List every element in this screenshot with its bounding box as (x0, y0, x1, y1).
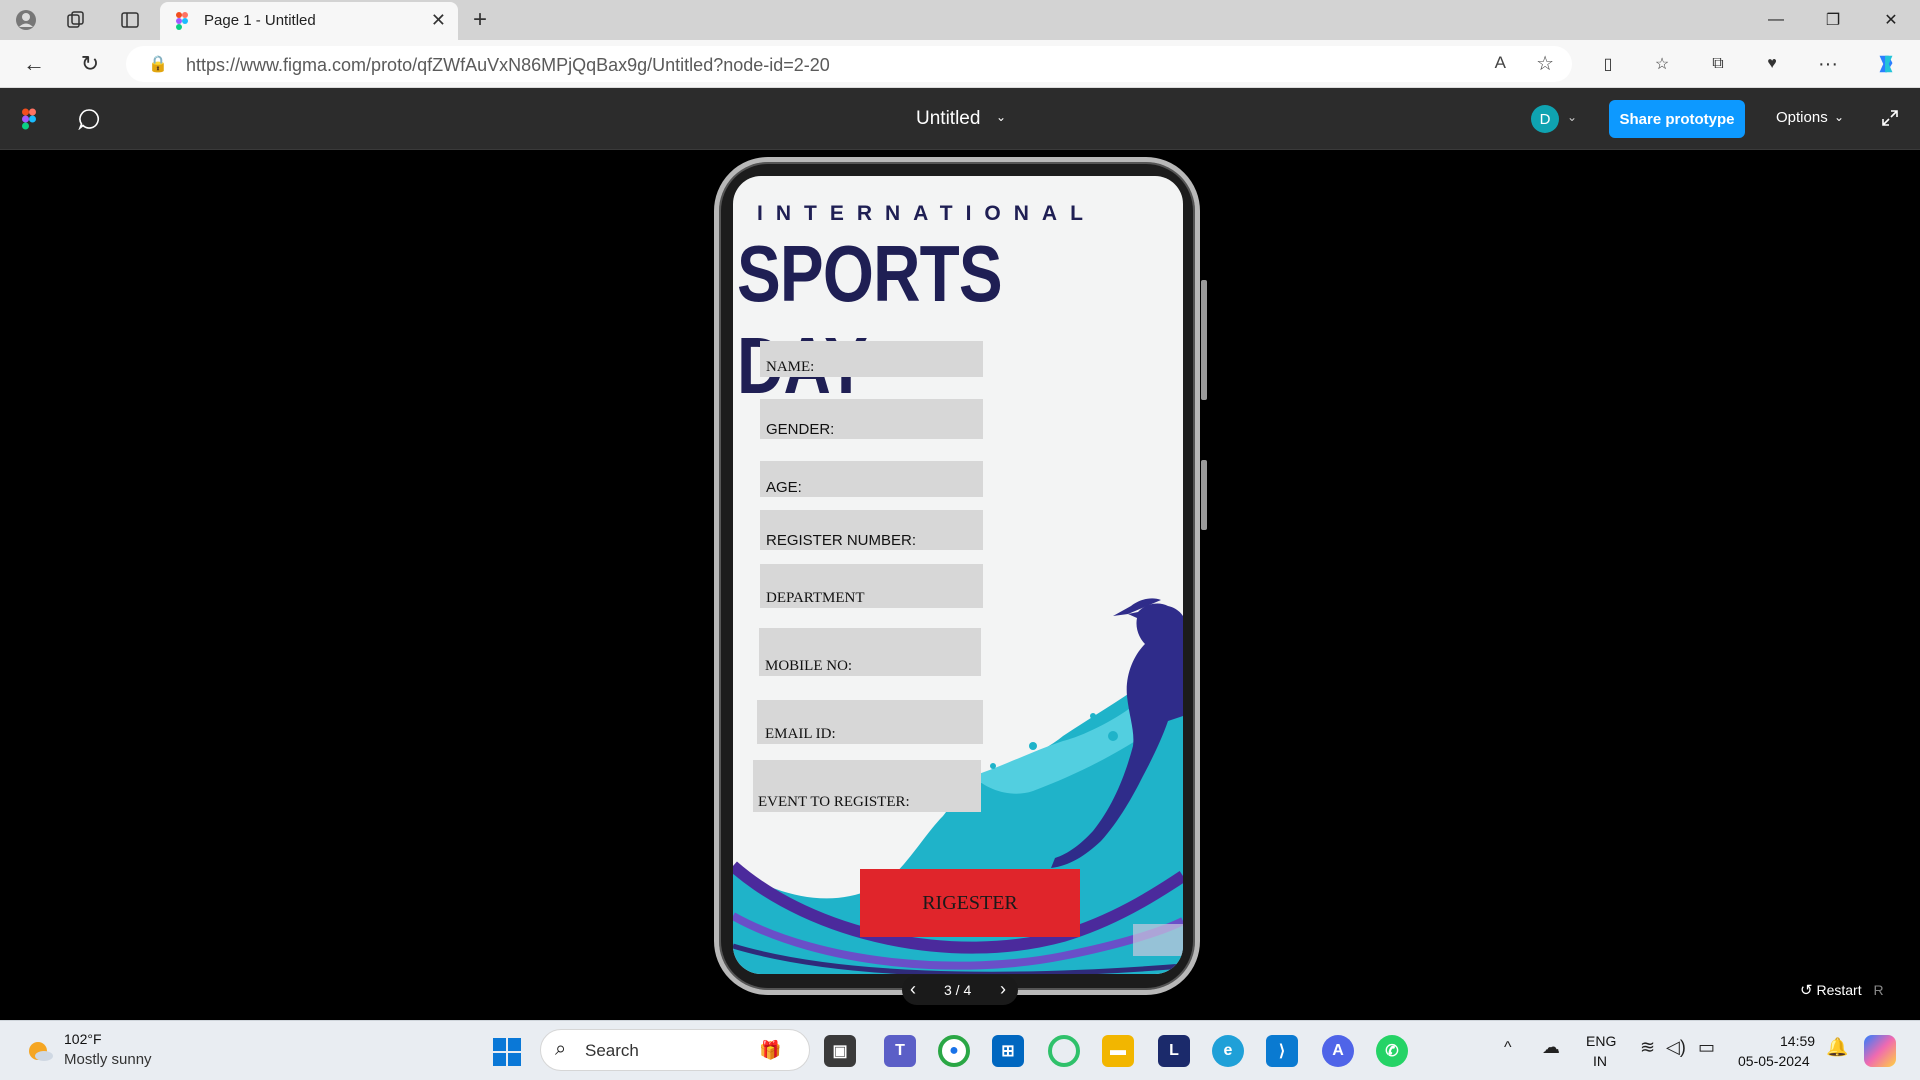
gender-field-label: GENDER: (766, 421, 835, 438)
department-field[interactable]: DEPARTMENT (760, 564, 983, 608)
wifi-icon[interactable]: ≋ (1640, 1037, 1655, 1058)
battery-icon[interactable]: ▭ (1698, 1037, 1715, 1058)
gender-field[interactable]: GENDER: (760, 399, 983, 439)
collections-icon[interactable]: ⧉ (1706, 52, 1730, 76)
profile-icon[interactable] (14, 8, 38, 32)
minimize-icon[interactable]: — (1761, 6, 1791, 34)
favorite-star-icon[interactable]: ☆ (1536, 51, 1554, 76)
tray-chevron-up-icon[interactable]: ^ (1504, 1039, 1512, 1057)
event-field-label: EVENT TO REGISTER: (758, 794, 910, 810)
whatsapp-icon[interactable]: ✆ (1376, 1035, 1408, 1067)
avatar[interactable]: D (1531, 105, 1559, 133)
mobile-number-field[interactable]: MOBILE NO: (759, 628, 981, 676)
split-screen-icon[interactable]: ▯ (1596, 52, 1620, 76)
app-a-icon[interactable]: A (1322, 1035, 1354, 1067)
chrome-icon[interactable]: ● (938, 1035, 970, 1067)
heading-sports-day: SPORTS DAY (737, 229, 1003, 410)
figma-logo-icon[interactable] (22, 107, 36, 131)
lock-icon[interactable]: 🔒 (148, 54, 168, 74)
restart-label: Restart (1816, 982, 1862, 998)
vscode-icon[interactable]: ⟩ (1266, 1035, 1298, 1067)
windows-start-icon[interactable] (492, 1037, 522, 1067)
search-highlight-icon: 🎁 (759, 1040, 782, 1060)
language-indicator[interactable]: ENG (1586, 1033, 1616, 1049)
browser-tab-active[interactable]: Page 1 - Untitled ✕ (160, 2, 458, 40)
close-window-icon[interactable]: ✕ (1876, 6, 1906, 34)
workspaces-icon[interactable] (64, 8, 88, 32)
age-field[interactable]: AGE: (760, 461, 983, 497)
read-aloud-icon[interactable]: A (1495, 53, 1506, 73)
phone-side-button (1201, 280, 1207, 400)
weather-description[interactable]: Mostly sunny (64, 1051, 152, 1068)
onedrive-icon[interactable]: ☁ (1542, 1037, 1560, 1058)
phone-side-button (1201, 460, 1207, 530)
name-field[interactable]: NAME: (760, 341, 983, 377)
taskbar-search[interactable]: ⌕ Search 🎁 (540, 1029, 810, 1071)
clock-time[interactable]: 14:59 (1780, 1033, 1815, 1049)
extension-icon[interactable]: ♥ (1760, 52, 1784, 76)
register-number-field[interactable]: REGISTER NUMBER: (760, 510, 983, 550)
email-field[interactable]: EMAIL ID: (757, 700, 983, 744)
register-number-field-label: REGISTER NUMBER: (766, 532, 917, 549)
clock-date[interactable]: 05-05-2024 (1738, 1053, 1810, 1069)
document-title[interactable]: Untitled (916, 108, 980, 130)
copilot-taskbar-icon[interactable] (1864, 1035, 1896, 1067)
restart-shortcut: R (1873, 982, 1884, 998)
title-chevron-down-icon[interactable]: ⌄ (996, 110, 1006, 124)
heading-international: INTERNATIONAL (757, 202, 1096, 225)
previous-frame-icon[interactable]: ‹ (910, 979, 916, 1000)
sync-app-icon[interactable] (1048, 1035, 1080, 1067)
vertical-tabs-icon[interactable] (118, 8, 142, 32)
region-indicator[interactable]: IN (1593, 1053, 1607, 1069)
more-menu-icon[interactable]: ··· (1816, 52, 1840, 76)
age-field-label: AGE: (766, 479, 802, 496)
search-label: Search (585, 1041, 639, 1060)
launcher-l-icon[interactable]: L (1158, 1035, 1190, 1067)
comment-icon[interactable] (78, 108, 100, 130)
file-explorer-icon[interactable]: ▬ (1102, 1035, 1134, 1067)
copilot-icon[interactable] (1874, 52, 1898, 76)
url-text: https://www.figma.com/proto/qfZWfAuVxN86… (186, 55, 830, 75)
avatar-chevron-down-icon[interactable]: ⌄ (1567, 110, 1577, 124)
refresh-icon[interactable]: ↻ (78, 51, 102, 76)
tab-title: Page 1 - Untitled (204, 12, 316, 29)
options-menu[interactable]: Options (1776, 109, 1828, 126)
search-icon: ⌕ (555, 1038, 567, 1060)
share-prototype-button[interactable]: Share prototype (1609, 100, 1745, 138)
figma-toolbar: Untitled ⌄ D ⌄ Share prototype Options ⌄ (0, 88, 1920, 150)
store-icon[interactable]: ⊞ (992, 1035, 1024, 1067)
page-navigator: ‹ 3 / 4 › (902, 975, 1018, 1005)
weather-temperature[interactable]: 102°F (64, 1031, 102, 1047)
volume-icon[interactable]: ◁) (1666, 1037, 1686, 1058)
edge-icon[interactable]: e (1212, 1035, 1244, 1067)
page-indicator: 3 / 4 (944, 982, 972, 998)
notification-bell-icon[interactable]: 🔔 (1826, 1037, 1848, 1058)
next-frame-icon[interactable]: › (1000, 979, 1006, 1000)
register-button[interactable]: RIGESTER (860, 869, 1080, 937)
browser-toolbar: ← ↻ 🔒 https://www.figma.com/proto/qfZWfA… (0, 40, 1920, 88)
close-tab-icon[interactable]: ✕ (431, 10, 446, 31)
name-field-label: NAME: (766, 359, 815, 375)
options-chevron-down-icon[interactable]: ⌄ (1834, 110, 1844, 124)
taskbar: 102°F Mostly sunny ⌕ Search 🎁 ▣ T ● ⊞ ▬ … (0, 1020, 1920, 1080)
phone-screen: INTERNATIONAL SPORTS DAY NAME: GENDER: A… (733, 176, 1183, 974)
event-field[interactable]: EVENT TO REGISTER: (753, 760, 981, 812)
restart-button[interactable]: ↺ Restart R (1800, 981, 1884, 999)
address-bar[interactable]: 🔒 https://www.figma.com/proto/qfZWfAuVxN… (126, 46, 1572, 82)
restore-icon[interactable]: ❐ (1818, 6, 1848, 34)
figma-favicon-icon (176, 12, 188, 30)
department-field-label: DEPARTMENT (766, 590, 865, 606)
email-field-label: EMAIL ID: (765, 726, 836, 742)
task-view-icon[interactable]: ▣ (824, 1035, 856, 1067)
fullscreen-icon[interactable] (1880, 108, 1900, 128)
mobile-number-field-label: MOBILE NO: (765, 658, 853, 674)
new-tab-icon[interactable]: + (468, 6, 492, 33)
weather-sun-icon[interactable] (24, 1035, 56, 1067)
teams-icon[interactable]: T (884, 1035, 916, 1067)
browser-tab-strip: Page 1 - Untitled ✕ + — ❐ ✕ (0, 0, 1920, 40)
favorites-icon[interactable]: ☆ (1650, 52, 1674, 76)
back-icon[interactable]: ← (22, 51, 46, 76)
restart-icon: ↺ (1800, 982, 1813, 999)
